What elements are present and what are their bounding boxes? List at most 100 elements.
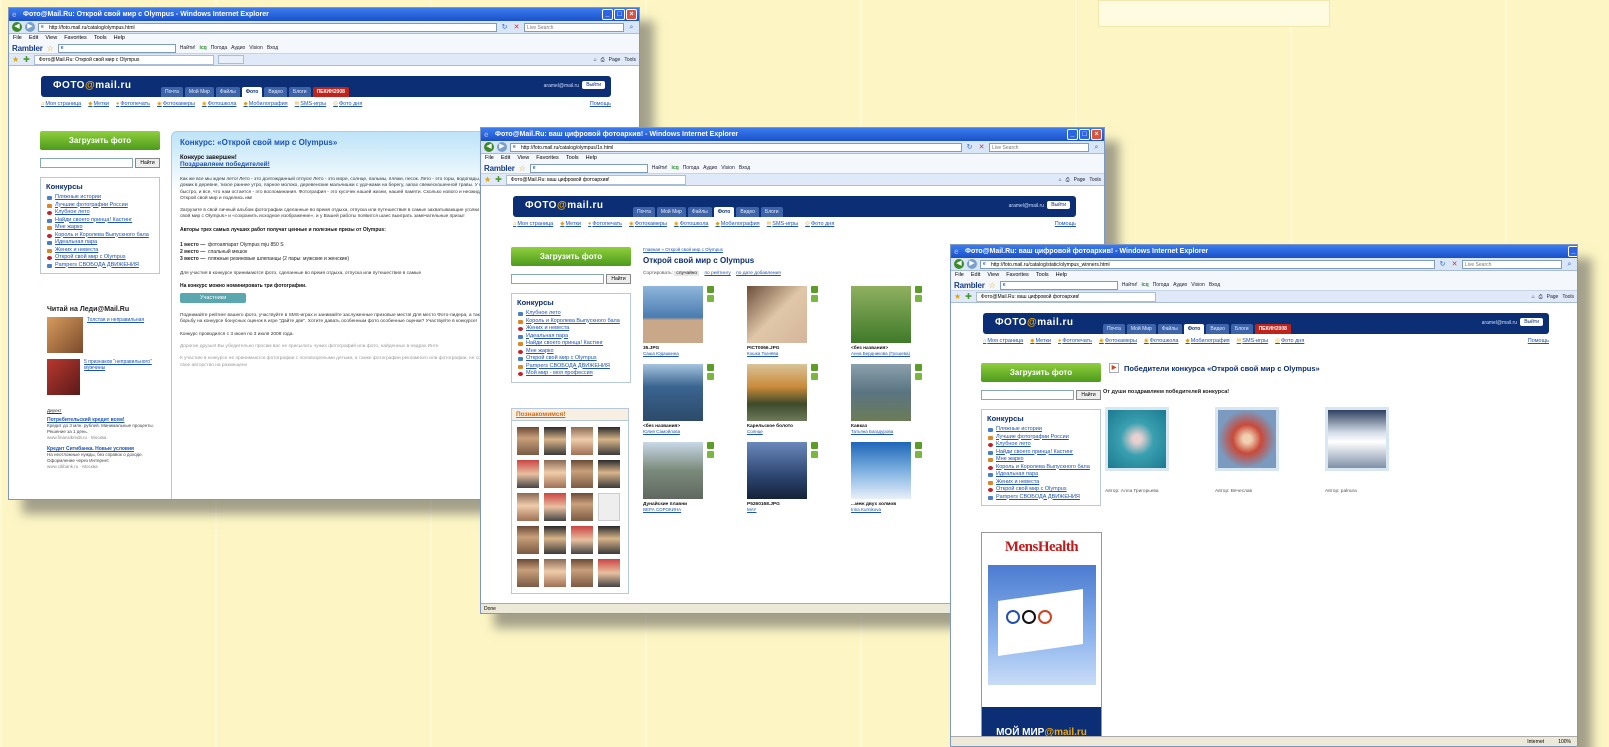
photo-author[interactable]: MAY	[747, 507, 825, 512]
live-search-input[interactable]: Live Search	[1462, 259, 1562, 269]
home-icon[interactable]: ⌂	[1532, 294, 1535, 300]
close-button[interactable]: ×	[626, 9, 637, 20]
help-link[interactable]: Помощь	[590, 101, 611, 107]
vote-icon[interactable]	[707, 286, 714, 293]
member-avatar[interactable]	[598, 526, 620, 554]
contest-link[interactable]: Открой свой мир с Olympus	[46, 254, 154, 262]
toolbar-weather[interactable]: Погода	[211, 45, 227, 51]
help-link[interactable]: Помощь	[1528, 338, 1549, 344]
contest-link[interactable]: Мой мир - моя профессия	[517, 370, 625, 378]
sort-by-rating[interactable]: по рейтингу	[704, 271, 730, 276]
menu-file[interactable]: File	[485, 154, 494, 163]
vote-icon[interactable]	[915, 364, 922, 371]
stop-icon[interactable]: ✕	[1450, 260, 1459, 269]
subnav-photo-of-day[interactable]: ◎Фото дня	[333, 101, 362, 107]
address-input[interactable]: http://foto.mail.ru/catalog/static/olymp…	[980, 259, 1435, 269]
user-email[interactable]: aramel@mail.ru	[544, 83, 579, 89]
tools-menu[interactable]: Tools	[1562, 294, 1574, 300]
star-icon[interactable]: ☆	[47, 44, 54, 53]
vote-icon[interactable]	[811, 442, 818, 449]
photo-thumb[interactable]	[643, 364, 703, 421]
search-icon[interactable]: ⌕	[1092, 143, 1101, 152]
comment-icon[interactable]	[915, 295, 922, 302]
upload-photo-button[interactable]: Загрузить фото	[981, 363, 1101, 382]
comment-icon[interactable]	[915, 373, 922, 380]
contest-link[interactable]: Король и Королева Выпускного бала	[517, 318, 625, 326]
live-search-input[interactable]: Live Search	[524, 22, 624, 32]
logout-button[interactable]: Выйти	[1520, 318, 1543, 326]
lady-link[interactable]: 5 признаков "неправильного" мужчины	[84, 359, 167, 395]
toolbar-icq[interactable]: icq	[671, 165, 678, 171]
contest-link[interactable]: Жених и невеста	[46, 247, 154, 255]
user-email[interactable]: aramel@mail.ru	[1009, 203, 1044, 209]
menu-file[interactable]: File	[955, 271, 964, 280]
subnav-mobile[interactable]: ◆Мобилография	[243, 101, 287, 107]
member-avatar[interactable]	[598, 427, 620, 455]
member-avatar[interactable]	[517, 460, 539, 488]
winner-photo[interactable]	[1215, 407, 1279, 471]
photo-thumb[interactable]	[851, 286, 911, 343]
contest-link[interactable]: Лучшие фотографии России	[46, 202, 154, 210]
photo-author[interactable]: Кошка Ткачёва	[747, 351, 825, 356]
rambler-logo[interactable]: Rambler	[12, 44, 43, 53]
tools-menu[interactable]: Tools	[1089, 177, 1101, 183]
search-icon[interactable]: ⌕	[627, 23, 636, 32]
photo-thumb[interactable]	[643, 286, 703, 343]
toolbar-audio[interactable]: Аудио	[703, 165, 717, 171]
minimize-button[interactable]: _	[1067, 129, 1078, 140]
site-search-input[interactable]	[511, 274, 604, 284]
site-search-button[interactable]: Найти	[606, 274, 631, 284]
subnav-tags[interactable]: ◆Метки	[560, 221, 581, 227]
nav-blogs[interactable]: Блоги	[288, 87, 311, 97]
favorites-star-icon[interactable]: ★	[12, 55, 19, 64]
menu-view[interactable]: View	[517, 154, 529, 163]
menu-file[interactable]: File	[13, 34, 22, 43]
subnav-tags[interactable]: ◆Метки	[1030, 338, 1051, 344]
contest-link[interactable]: Идеальная пара	[517, 333, 625, 341]
member-avatar[interactable]	[598, 559, 620, 587]
nav-photo[interactable]: Фото	[241, 87, 263, 97]
member-avatar[interactable]	[544, 559, 566, 587]
nav-my-world[interactable]: Мой Мир	[1126, 324, 1156, 334]
home-icon[interactable]: ⌂	[1059, 177, 1062, 183]
upload-photo-button[interactable]: Загрузить фото	[511, 247, 631, 266]
contest-link[interactable]: Мне жарко	[517, 348, 625, 356]
contest-link[interactable]: Пляжные истории	[987, 426, 1095, 434]
back-icon[interactable]: ◀	[954, 259, 964, 269]
photo-author[interactable]: Солнце	[747, 429, 825, 434]
logout-button[interactable]: Выйти	[1047, 201, 1070, 209]
nav-my-world[interactable]: Мой Мир	[656, 207, 686, 217]
toolbar-vision[interactable]: Vision	[1191, 282, 1205, 288]
subnav-my-page[interactable]: ⌂Моя страница	[513, 221, 553, 227]
vote-icon[interactable]	[707, 364, 714, 371]
menu-favorites[interactable]: Favorites	[64, 34, 87, 43]
member-avatar[interactable]	[517, 493, 539, 521]
nav-files[interactable]: Файлы	[687, 207, 712, 217]
photo-thumb[interactable]	[747, 286, 807, 343]
menu-favorites[interactable]: Favorites	[1006, 271, 1029, 280]
member-avatar[interactable]	[571, 559, 593, 587]
minimize-button[interactable]: _	[1568, 246, 1577, 257]
toolbar-vision[interactable]: Vision	[721, 165, 735, 171]
site-logo[interactable]: ФОТО@mail.ru	[525, 200, 604, 211]
winner-photo[interactable]	[1325, 407, 1389, 471]
rambler-logo[interactable]: Rambler	[954, 281, 985, 290]
ad-url[interactable]: www.citibank.ru · Москва	[47, 464, 172, 470]
contest-link[interactable]: Король и Королева Выпускного бала	[46, 232, 154, 240]
close-button[interactable]: ×	[1091, 129, 1102, 140]
subnav-sms[interactable]: ✉SMS-игры	[1237, 338, 1268, 344]
subnav-sms[interactable]: ✉SMS-игры	[295, 101, 326, 107]
toolbar-login[interactable]: Вход	[267, 45, 278, 51]
menu-help[interactable]: Help	[114, 34, 125, 43]
print-icon[interactable]: ⎙	[1539, 294, 1543, 300]
address-input[interactable]: http://foto.mail.ru/catalog/olympus.html	[38, 22, 497, 32]
refresh-icon[interactable]: ↻	[1438, 260, 1447, 269]
tools-menu[interactable]: Tools	[624, 57, 636, 63]
favorites-star-icon[interactable]: ★	[484, 175, 491, 184]
site-search-input[interactable]	[981, 390, 1074, 400]
comment-icon[interactable]	[707, 373, 714, 380]
photo-thumb[interactable]	[851, 442, 911, 499]
nav-blogs[interactable]: Блоги	[760, 207, 783, 217]
subnav-cameras[interactable]: ◉Фотокамеры	[157, 101, 195, 107]
meet-title[interactable]: Познакомимся!	[512, 409, 628, 421]
